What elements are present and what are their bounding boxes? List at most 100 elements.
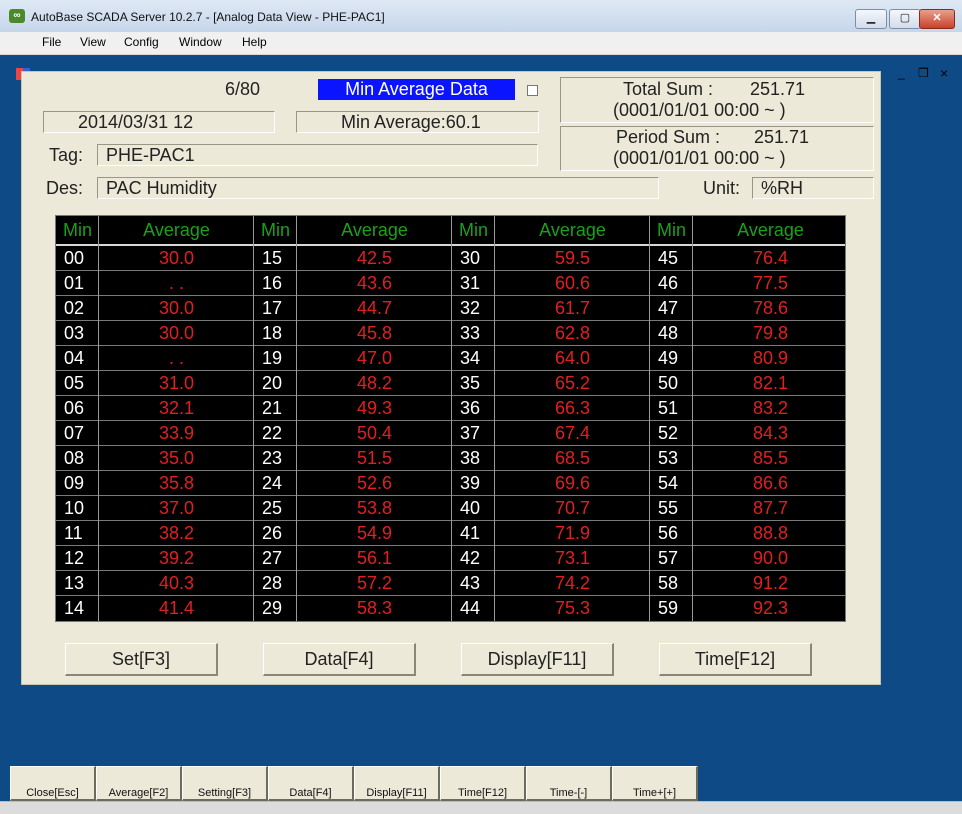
minute-cell: 11 <box>64 523 83 543</box>
average-value-cell: 37.0 <box>158 498 195 518</box>
description-field[interactable]: PAC Humidity <box>97 177 659 199</box>
menu-help[interactable]: Help <box>242 35 267 49</box>
menu-config[interactable]: Config <box>124 35 159 49</box>
mode-checkbox[interactable] <box>527 85 538 96</box>
tag-label: Tag: <box>49 145 84 165</box>
minute-cell: 45 <box>658 248 679 268</box>
horizontal-scrollbar[interactable] <box>0 801 962 814</box>
minute-cell: 51 <box>658 398 679 418</box>
minute-cell: 13 <box>64 573 85 593</box>
time-plus-button[interactable]: Time+[+] <box>612 766 698 801</box>
average-value-cell: 53.8 <box>356 498 393 518</box>
column-divider <box>494 216 495 621</box>
minute-cell: 22 <box>262 423 283 443</box>
minute-cell: 53 <box>658 448 679 468</box>
minute-cell: 03 <box>64 323 85 343</box>
minute-cell: 57 <box>658 548 679 568</box>
average-value-cell: 86.6 <box>752 473 789 493</box>
minimize-button[interactable]: ▁ <box>855 9 887 29</box>
average-value-cell: 38.2 <box>158 523 195 543</box>
average-value-cell: 88.8 <box>752 523 789 543</box>
mdi-close-icon[interactable]: × <box>940 65 948 81</box>
minute-cell: 40 <box>460 498 481 518</box>
min-header: Min <box>656 220 686 240</box>
time-minus-button[interactable]: Time-[-] <box>526 766 612 801</box>
mdi-restore-icon[interactable]: ❐ <box>918 66 929 80</box>
average-value-cell: 78.6 <box>752 298 789 318</box>
minute-cell: 02 <box>64 298 85 318</box>
minute-cell: 32 <box>460 298 481 318</box>
average-value-cell: 73.1 <box>554 548 591 568</box>
minute-cell: 09 <box>64 473 85 493</box>
menu-view[interactable]: View <box>80 35 106 49</box>
unit-field[interactable]: %RH <box>752 177 874 199</box>
data-button[interactable]: Data[F4] <box>263 643 416 676</box>
description-value: PAC Humidity <box>106 178 217 198</box>
minute-cell: 23 <box>262 448 283 468</box>
period-sum-range: (0001/01/01 00:00 ~ ) <box>613 148 786 168</box>
average-value-cell: 67.4 <box>554 423 591 443</box>
minute-cell: 52 <box>658 423 679 443</box>
average-header: Average <box>143 220 210 240</box>
menu-window[interactable]: Window <box>179 35 222 49</box>
average-value-cell: 42.5 <box>356 248 393 268</box>
minute-cell: 19 <box>262 348 283 368</box>
mdi-minimize-icon[interactable]: _ <box>898 66 905 80</box>
close-button[interactable]: ✕ <box>919 9 955 29</box>
average-value-cell: 66.3 <box>554 398 591 418</box>
minute-cell: 15 <box>262 248 283 268</box>
minute-cell: 50 <box>658 373 679 393</box>
title-bar[interactable]: ∞ AutoBase SCADA Server 10.2.7 - [Analog… <box>0 0 962 33</box>
average-f2-button[interactable]: Average[F2] <box>96 766 182 801</box>
average-value-cell: 69.6 <box>554 473 591 493</box>
minute-cell: 47 <box>658 298 679 318</box>
minute-cell: 12 <box>64 548 85 568</box>
minute-cell: 39 <box>460 473 481 493</box>
minute-cell: 08 <box>64 448 85 468</box>
set-button[interactable]: Set[F3] <box>65 643 218 676</box>
data-f4-button[interactable]: Data[F4] <box>268 766 354 801</box>
average-value-cell: 71.9 <box>554 523 591 543</box>
display-button[interactable]: Display[F11] <box>461 643 614 676</box>
minute-cell: 24 <box>262 473 283 493</box>
total-sum-range: (0001/01/01 00:00 ~ ) <box>613 100 786 120</box>
min-header: Min <box>458 220 488 240</box>
average-value-cell: 87.7 <box>752 498 789 518</box>
column-divider <box>98 216 99 621</box>
average-value-cell: 30.0 <box>158 248 195 268</box>
average-value-cell: 51.5 <box>356 448 393 468</box>
minute-cell: 26 <box>262 523 283 543</box>
average-value-cell: 43.6 <box>356 273 393 293</box>
average-value-cell: 75.3 <box>554 598 591 618</box>
minute-cell: 05 <box>64 373 85 393</box>
setting-f3-button[interactable]: Setting[F3] <box>182 766 268 801</box>
average-value-cell: 35.0 <box>158 448 195 468</box>
date-value: 2014/03/31 12 <box>78 112 194 132</box>
average-value-cell: 85.5 <box>752 448 789 468</box>
average-value-cell: 57.2 <box>356 573 393 593</box>
minute-cell: 21 <box>262 398 283 418</box>
minute-cell: 41 <box>460 523 481 543</box>
display-f11-button[interactable]: Display[F11] <box>354 766 440 801</box>
minute-cell: 55 <box>658 498 679 518</box>
average-value-cell: 77.5 <box>752 273 789 293</box>
average-value-cell: 62.8 <box>554 323 591 343</box>
average-value-cell: 52.6 <box>356 473 393 493</box>
minute-cell: 25 <box>262 498 283 518</box>
app-icon[interactable]: ∞ <box>9 9 25 23</box>
minute-cell: 34 <box>460 348 481 368</box>
minute-cell: 35 <box>460 373 481 393</box>
menu-bar: File View Config Window Help _ ❐ × <box>0 32 962 81</box>
minute-cell: 38 <box>460 448 481 468</box>
tag-field[interactable]: PHE-PAC1 <box>97 144 538 166</box>
average-value-cell: 49.3 <box>356 398 393 418</box>
close-esc-button[interactable]: Close[Esc] <box>10 766 96 801</box>
period-sum-value: 251.71 <box>754 127 810 147</box>
average-value-cell: 76.4 <box>752 248 789 268</box>
menu-file[interactable]: File <box>42 35 61 49</box>
average-value-cell: 30.0 <box>158 323 195 343</box>
time-button[interactable]: Time[F12] <box>659 643 812 676</box>
maximize-button[interactable]: ▢ <box>889 9 921 29</box>
time-f12-button[interactable]: Time[F12] <box>440 766 526 801</box>
minute-cell: 00 <box>64 248 85 268</box>
